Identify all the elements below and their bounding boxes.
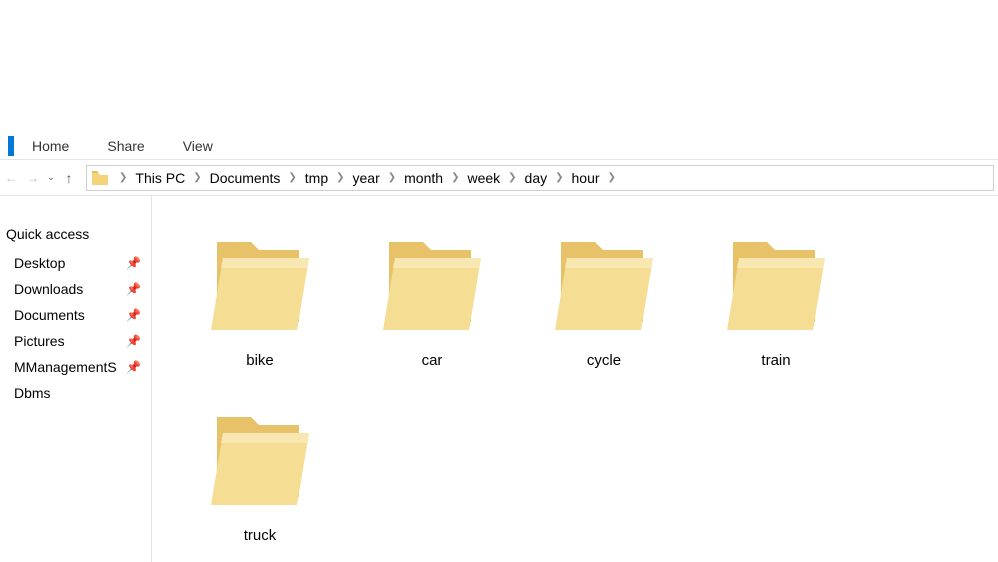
pin-icon: 📌 bbox=[126, 256, 141, 270]
arrow-left-icon: ← bbox=[5, 171, 17, 185]
folder-icon bbox=[544, 224, 664, 344]
nav-history-dropdown[interactable]: ⌄ bbox=[44, 164, 58, 192]
breadcrumb-item[interactable]: This PC bbox=[133, 166, 187, 190]
folder-item[interactable]: car bbox=[346, 224, 518, 369]
chevron-right-icon[interactable]: ❯ bbox=[549, 172, 569, 183]
chevron-right-icon[interactable]: ❯ bbox=[502, 172, 522, 183]
nav-forward-button[interactable]: → bbox=[22, 164, 44, 192]
breadcrumb-item[interactable]: hour bbox=[570, 166, 602, 190]
folder-item[interactable]: truck bbox=[174, 399, 346, 544]
sidebar-item-label: Downloads bbox=[14, 281, 126, 297]
ribbon-tab-share[interactable]: Share bbox=[107, 138, 144, 154]
breadcrumb-item[interactable]: week bbox=[465, 166, 502, 190]
chevron-right-icon[interactable]: ❯ bbox=[602, 172, 622, 183]
sidebar-item-label: Dbms bbox=[14, 385, 141, 401]
ribbon-tab-home[interactable]: Home bbox=[32, 138, 69, 154]
folder-icon bbox=[200, 224, 320, 344]
folder-item[interactable]: cycle bbox=[518, 224, 690, 369]
address-bar[interactable]: ❯ This PC ❯ Documents ❯ tmp ❯ year ❯ mon… bbox=[86, 165, 994, 191]
ribbon-file-accent[interactable] bbox=[8, 136, 14, 156]
nav-back-button[interactable]: ← bbox=[0, 164, 22, 192]
breadcrumb-item[interactable]: year bbox=[351, 166, 382, 190]
navigation-bar: ← → ⌄ ↑ ❯ This PC ❯ Documents ❯ tmp ❯ ye… bbox=[0, 160, 998, 196]
sidebar-item-mmanagements[interactable]: MManagementS 📌 bbox=[0, 354, 151, 380]
chevron-right-icon[interactable]: ❯ bbox=[382, 172, 402, 183]
pin-icon: 📌 bbox=[126, 308, 141, 322]
breadcrumb-item[interactable]: tmp bbox=[303, 166, 330, 190]
folder-item[interactable]: train bbox=[690, 224, 862, 369]
main-area: Quick access Desktop 📌 Downloads 📌 Docum… bbox=[0, 196, 998, 562]
pin-icon: 📌 bbox=[126, 334, 141, 348]
content-pane[interactable]: bike car cycle bbox=[152, 196, 998, 562]
sidebar-item-downloads[interactable]: Downloads 📌 bbox=[0, 276, 151, 302]
folder-icon bbox=[372, 224, 492, 344]
folder-icon bbox=[200, 399, 320, 519]
chevron-down-icon: ⌄ bbox=[47, 172, 55, 183]
sidebar-item-label: Pictures bbox=[14, 333, 126, 349]
sidebar-item-dbms[interactable]: Dbms bbox=[0, 380, 151, 406]
sidebar-item-label: Desktop bbox=[14, 255, 126, 271]
breadcrumb-item[interactable]: day bbox=[523, 166, 550, 190]
window-top-space bbox=[0, 0, 998, 132]
pin-icon: 📌 bbox=[126, 360, 141, 374]
sidebar-item-pictures[interactable]: Pictures 📌 bbox=[0, 328, 151, 354]
sidebar-heading-quick-access[interactable]: Quick access bbox=[0, 222, 151, 250]
chevron-right-icon[interactable]: ❯ bbox=[445, 172, 465, 183]
folder-item[interactable]: bike bbox=[174, 224, 346, 369]
arrow-up-icon: ↑ bbox=[66, 170, 73, 186]
folder-icon bbox=[716, 224, 836, 344]
breadcrumb-item[interactable]: Documents bbox=[208, 166, 283, 190]
pin-icon: 📌 bbox=[126, 282, 141, 296]
folder-label: train bbox=[761, 352, 790, 369]
navigation-pane: Quick access Desktop 📌 Downloads 📌 Docum… bbox=[0, 196, 152, 562]
chevron-right-icon[interactable]: ❯ bbox=[282, 172, 302, 183]
folder-label: bike bbox=[246, 352, 274, 369]
folder-label: car bbox=[422, 352, 443, 369]
folder-label: truck bbox=[244, 527, 277, 544]
folder-label: cycle bbox=[587, 352, 621, 369]
chevron-right-icon[interactable]: ❯ bbox=[330, 172, 350, 183]
sidebar-item-documents[interactable]: Documents 📌 bbox=[0, 302, 151, 328]
chevron-right-icon[interactable]: ❯ bbox=[187, 172, 207, 183]
sidebar-item-label: MManagementS bbox=[14, 359, 126, 375]
folder-icon bbox=[91, 169, 109, 187]
sidebar-item-label: Documents bbox=[14, 307, 126, 323]
ribbon-tab-bar: Home Share View bbox=[0, 132, 998, 160]
chevron-right-icon[interactable]: ❯ bbox=[113, 172, 133, 183]
breadcrumb-item[interactable]: month bbox=[402, 166, 445, 190]
ribbon-tab-view[interactable]: View bbox=[183, 138, 213, 154]
sidebar-item-desktop[interactable]: Desktop 📌 bbox=[0, 250, 151, 276]
arrow-right-icon: → bbox=[27, 171, 39, 185]
nav-up-button[interactable]: ↑ bbox=[58, 164, 80, 192]
